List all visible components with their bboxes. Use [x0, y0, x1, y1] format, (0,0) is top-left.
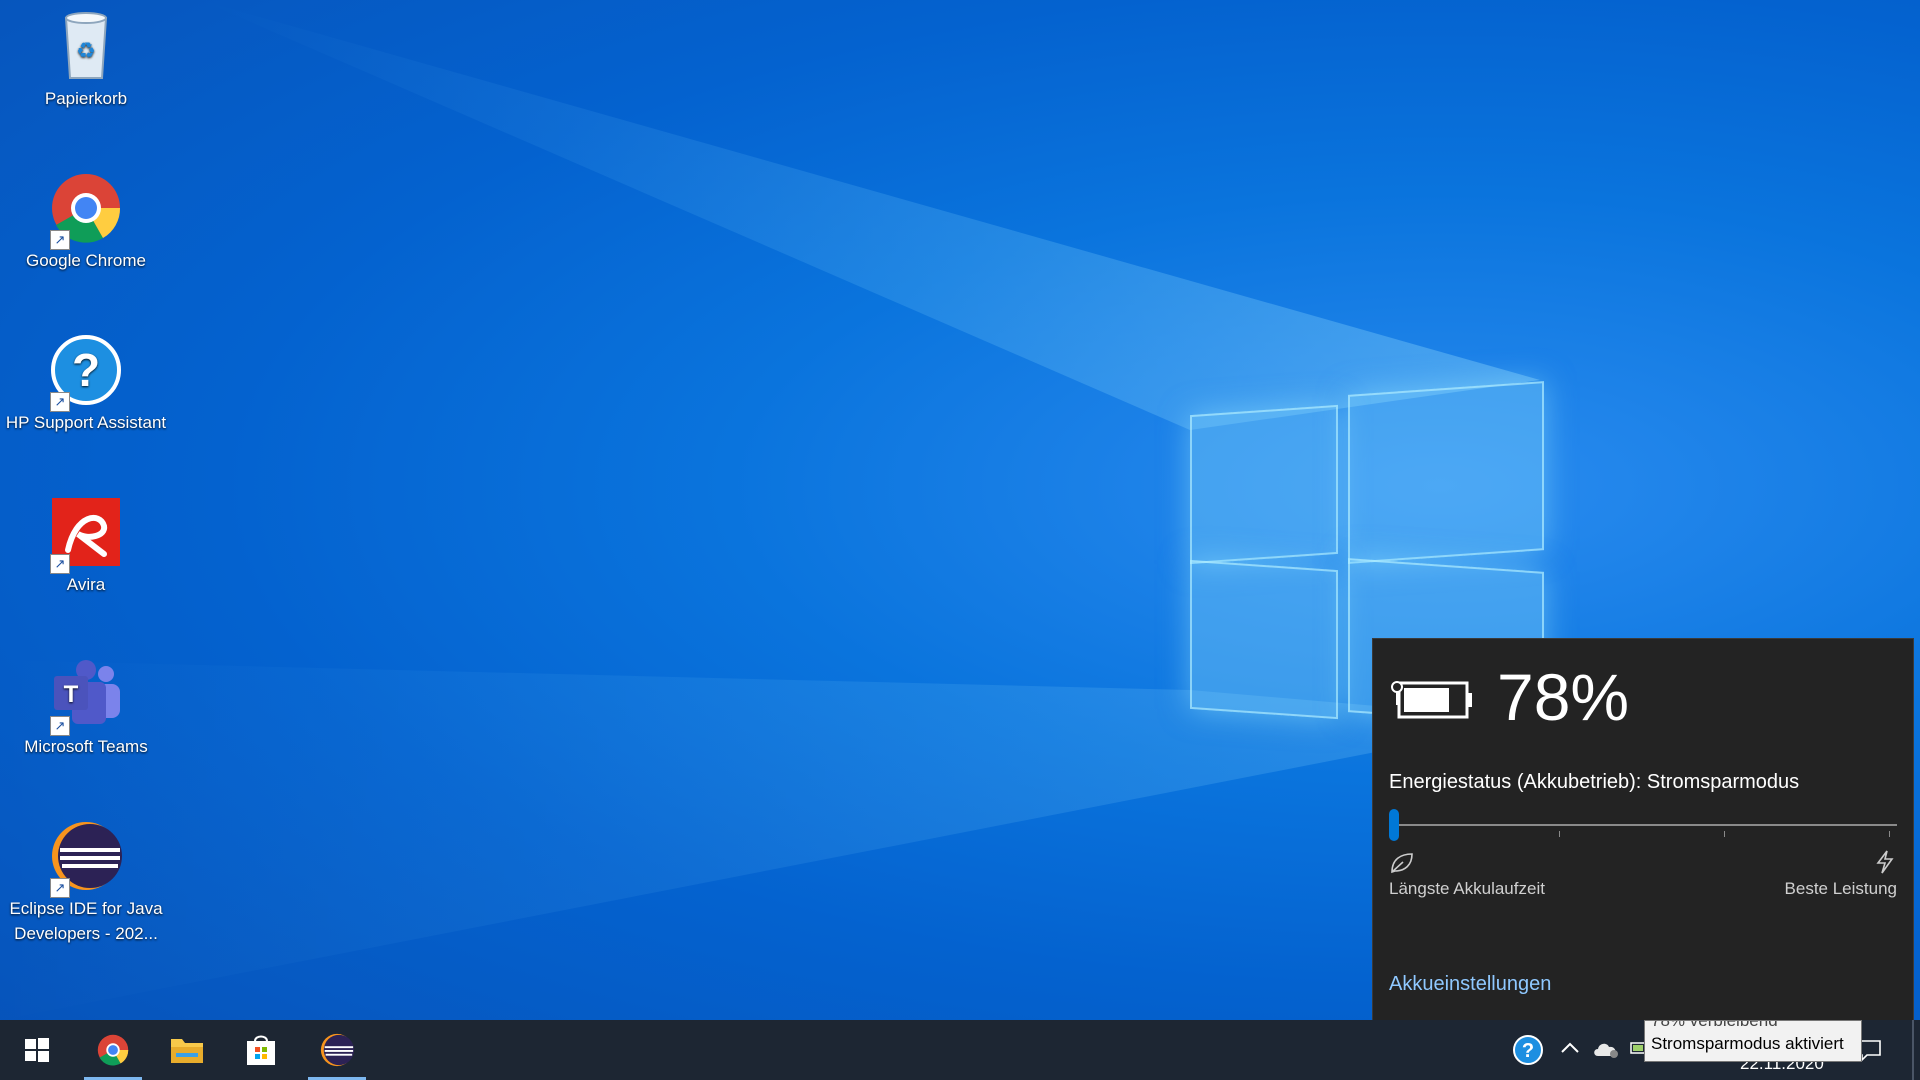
svg-text:?: ? [1522, 1040, 1534, 1062]
slider-right-label: Beste Leistung [1784, 879, 1897, 898]
svg-text:?: ? [72, 344, 100, 396]
desktop-icon-hp-support[interactable]: ? ↗ HP Support Assistant [0, 332, 172, 435]
desktop-icon-label: Google Chrome [25, 251, 146, 270]
desktop-icon-recycle-bin[interactable]: ♻ Papierkorb [0, 8, 172, 111]
taskbar: ? 22.11.2020 [0, 1020, 1920, 1080]
battery-tooltip: 78% verbleibend Stromsparmodus aktiviert [1644, 1020, 1862, 1062]
show-desktop-button[interactable] [1912, 1020, 1914, 1080]
onedrive-icon[interactable] [1592, 1038, 1620, 1065]
start-button[interactable] [0, 1020, 74, 1080]
lightning-icon [1873, 849, 1897, 880]
chrome-icon: ↗ [48, 170, 124, 250]
desktop-icon-microsoft-teams[interactable]: T ↗ Microsoft Teams [0, 656, 172, 759]
leaf-icon [1389, 851, 1415, 880]
desktop-icon-label: Avira [66, 575, 106, 594]
battery-percent: 78% [1497, 660, 1630, 734]
chevron-up-icon[interactable] [1560, 1040, 1580, 1061]
shortcut-arrow-icon: ↗ [50, 554, 70, 574]
slider-left-label: Längste Akkulaufzeit [1389, 879, 1545, 898]
avira-icon: ↗ [48, 494, 124, 574]
battery-settings-link[interactable]: Akkueinstellungen [1389, 973, 1551, 996]
shortcut-arrow-icon: ↗ [50, 230, 70, 250]
file-explorer-icon [171, 1039, 203, 1063]
desktop-icon-label: HP Support Assistant [5, 413, 167, 432]
power-mode-label: Energiestatus (Akkubetrieb): Stromsparmo… [1389, 771, 1800, 793]
battery-icon [1389, 677, 1475, 728]
desktop-icon-avira[interactable]: ↗ Avira [0, 494, 172, 597]
power-mode-slider[interactable] [1389, 809, 1897, 841]
desktop-icon-label: Microsoft Teams [24, 737, 148, 756]
slider-thumb[interactable] [1389, 809, 1399, 841]
taskbar-store[interactable] [224, 1020, 298, 1080]
teams-icon: T ↗ [48, 656, 124, 736]
slider-tick [1889, 831, 1890, 837]
eclipse-icon: ↗ [48, 818, 124, 898]
store-icon [247, 1035, 275, 1065]
shortcut-arrow-icon: ↗ [50, 392, 70, 412]
desktop-icon-label: Papierkorb [44, 89, 128, 108]
taskbar-eclipse[interactable] [300, 1020, 374, 1080]
chrome-icon [97, 1034, 129, 1066]
shortcut-arrow-icon: ↗ [50, 878, 70, 898]
tooltip-line-2: Stromsparmodus aktiviert [1651, 1034, 1844, 1053]
slider-tick [1559, 831, 1560, 837]
desktop-icon-label: Eclipse IDE for Java Developers - 202... [9, 899, 163, 943]
hp-support-tray-icon[interactable]: ? [1512, 1034, 1544, 1071]
taskbar-file-explorer[interactable] [150, 1020, 224, 1080]
hp-support-icon: ? ↗ [48, 332, 124, 412]
start-icon [25, 1038, 49, 1062]
eclipse-icon [320, 1033, 355, 1067]
desktop-icon-google-chrome[interactable]: ↗ Google Chrome [0, 170, 172, 273]
desktop-icon-eclipse[interactable]: ↗ Eclipse IDE for Java Developers - 202.… [0, 818, 172, 946]
shortcut-arrow-icon: ↗ [50, 716, 70, 736]
tooltip-line-1: 78% verbleibend [1651, 1020, 1778, 1030]
slider-track [1389, 824, 1897, 826]
slider-tick [1724, 831, 1725, 837]
svg-text:♻: ♻ [76, 38, 96, 63]
battery-flyout: 78% Energiestatus (Akkubetrieb): Stromsp… [1372, 638, 1914, 1022]
svg-text:T: T [64, 681, 79, 708]
recycle-bin-icon: ♻ [48, 8, 124, 84]
taskbar-chrome[interactable] [76, 1020, 150, 1080]
